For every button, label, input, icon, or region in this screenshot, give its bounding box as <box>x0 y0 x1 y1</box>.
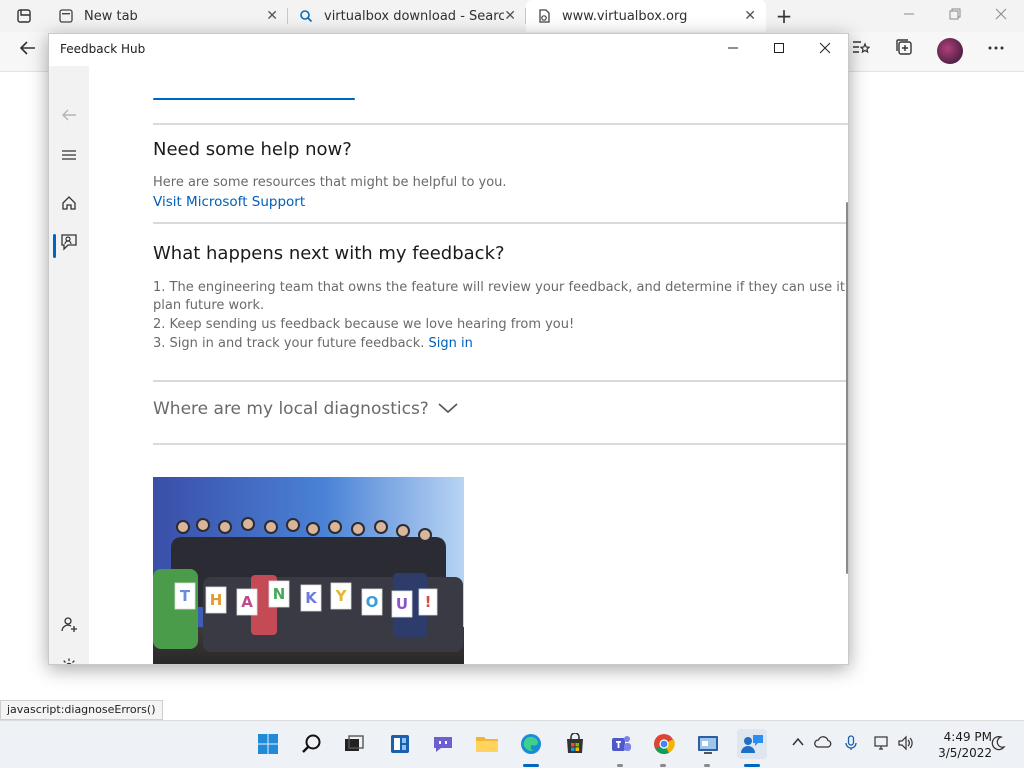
thank-you-team-photo: T H A N K Y O U ! <box>153 477 464 664</box>
next-step-item-2: 2. Keep sending us feedback because we l… <box>153 317 575 332</box>
thank-you-letter: A <box>241 593 253 611</box>
window-title: Feedback Hub <box>60 42 146 56</box>
chrome-running-indicator <box>660 764 666 767</box>
next-step-item-3-text: 3. Sign in and track your future feedbac… <box>153 336 425 351</box>
clock-date: 3/5/2022 <box>938 746 992 760</box>
feedback-hub-nav <box>49 66 89 664</box>
content-scrollbar[interactable] <box>846 202 848 574</box>
edge-running-indicator <box>523 764 539 767</box>
tab-title: New tab <box>84 8 138 24</box>
thank-you-letter: ! <box>425 593 432 611</box>
store-icon[interactable] <box>560 729 590 759</box>
maximize-icon[interactable] <box>756 36 802 64</box>
status-url-tooltip: javascript:diagnoseErrors() <box>0 700 163 720</box>
browser-restore-icon[interactable] <box>932 2 978 30</box>
back-arrow-icon[interactable] <box>53 102 85 134</box>
onedrive-cloud-icon[interactable] <box>813 735 833 755</box>
feedback-hub-content: Need some help now? Here are some resour… <box>89 66 849 664</box>
thank-you-letter: T <box>180 587 191 605</box>
help-section-title: Need some help now? <box>153 139 352 160</box>
minimize-icon[interactable] <box>710 36 756 64</box>
feedback-hub-icon[interactable] <box>737 729 767 759</box>
tab-title: virtualbox download - Search <box>324 8 505 24</box>
collections-icon[interactable] <box>889 37 919 67</box>
teams-icon[interactable] <box>606 729 636 759</box>
chrome-icon[interactable] <box>649 729 679 759</box>
feedback-hub-running-indicator <box>744 764 760 767</box>
file-explorer-icon[interactable] <box>472 729 502 759</box>
close-icon[interactable]: ✕ <box>266 8 278 24</box>
diagnostics-accordion[interactable]: Where are my local diagnostics? <box>153 399 459 419</box>
start-windows-icon[interactable] <box>253 729 283 759</box>
next-section-title: What happens next with my feedback? <box>153 243 505 264</box>
system-clock[interactable]: 4:49 PM 3/5/2022 <box>922 729 992 761</box>
thank-you-letter: U <box>396 595 408 613</box>
virtualbox-icon[interactable] <box>693 729 723 759</box>
divider <box>153 123 848 125</box>
new-tab-page-icon <box>58 8 74 24</box>
thank-you-letter: N <box>273 585 286 603</box>
close-icon[interactable] <box>802 36 848 64</box>
browser-close-icon[interactable] <box>978 2 1024 30</box>
thank-you-letter: Y <box>335 587 348 605</box>
diagnostics-title: Where are my local diagnostics? <box>153 399 429 419</box>
tab-virtualbox-org[interactable]: www.virtualbox.org ✕ <box>526 0 766 32</box>
feedback-icon[interactable] <box>53 230 85 262</box>
feedback-hub-titlebar[interactable]: Feedback Hub <box>49 34 848 66</box>
edge-browser-icon[interactable] <box>516 729 546 759</box>
tab-actions-icon[interactable] <box>12 8 36 26</box>
add-user-icon[interactable] <box>53 612 85 644</box>
virtualbox-running-indicator <box>704 764 710 767</box>
notifications-moon-icon[interactable] <box>988 735 1008 755</box>
help-section-text: Here are some resources that might be he… <box>153 175 507 190</box>
more-options-icon[interactable] <box>981 37 1011 67</box>
feedback-hub-window: Feedback Hub Need some help now? Here ar… <box>48 33 849 665</box>
settings-gear-icon[interactable] <box>53 654 85 664</box>
search-icon <box>298 8 314 24</box>
hamburger-menu-icon[interactable] <box>53 142 85 174</box>
divider <box>153 222 848 224</box>
microphone-icon[interactable] <box>841 735 861 755</box>
next-step-item-3: 3. Sign in and track your future feedbac… <box>153 335 848 353</box>
back-arrow-icon[interactable] <box>13 37 43 67</box>
divider <box>153 443 848 445</box>
browser-minimize-icon[interactable] <box>886 2 932 30</box>
show-hidden-icons-chevron-up-icon[interactable] <box>788 735 808 755</box>
sign-in-link[interactable]: Sign in <box>429 336 473 351</box>
browser-tab-bar: New tab ✕ virtualbox download - Search ✕… <box>0 0 1024 32</box>
divider <box>153 380 848 382</box>
network-icon[interactable] <box>872 735 892 755</box>
taskbar: 4:49 PM 3/5/2022 <box>0 720 1024 768</box>
tab-virtualbox-search[interactable]: virtualbox download - Search ✕ <box>288 0 526 32</box>
task-view-icon[interactable] <box>339 729 369 759</box>
home-icon[interactable] <box>53 190 85 222</box>
tab-underline <box>153 98 355 100</box>
volume-icon[interactable] <box>896 735 916 755</box>
new-tab-button[interactable]: + <box>772 4 796 28</box>
visit-support-link[interactable]: Visit Microsoft Support <box>153 193 848 211</box>
close-icon[interactable]: ✕ <box>504 8 516 24</box>
profile-avatar[interactable] <box>937 38 963 64</box>
tab-new-tab[interactable]: New tab ✕ <box>48 0 288 32</box>
thank-you-letter: O <box>366 593 379 611</box>
loading-page-icon <box>536 8 552 24</box>
thank-you-letter: K <box>305 589 318 607</box>
search-icon[interactable] <box>297 729 327 759</box>
thank-you-letter: H <box>210 591 223 609</box>
clock-time: 4:49 PM <box>943 730 992 744</box>
widgets-icon[interactable] <box>385 729 415 759</box>
close-icon[interactable]: ✕ <box>744 8 756 24</box>
tab-title: www.virtualbox.org <box>562 8 688 24</box>
teams-running-indicator <box>617 764 623 767</box>
favorites-icon[interactable] <box>845 37 875 67</box>
teams-chat-icon[interactable] <box>428 729 458 759</box>
next-step-item-1: 1. The engineering team that owns the fe… <box>153 280 849 313</box>
chevron-down-icon <box>437 400 459 419</box>
